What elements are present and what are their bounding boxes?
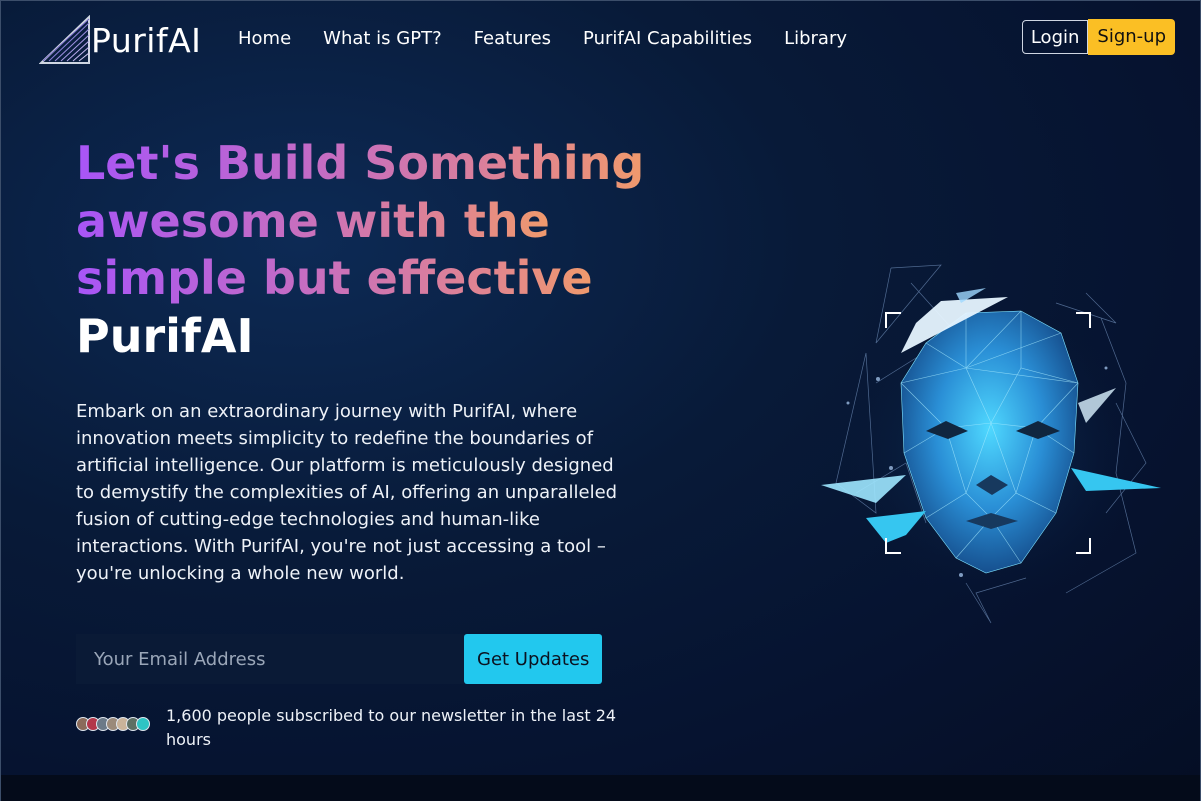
get-updates-button[interactable]: Get Updates (464, 634, 603, 684)
nav-link-home[interactable]: Home (238, 28, 291, 49)
brand-logo[interactable]: PurifAI (39, 15, 201, 67)
auth-buttons: Login Sign-up (1021, 19, 1175, 55)
hero-title: Let's Build Something awesome with the sim… (76, 135, 676, 365)
brand-name: PurifAI (91, 20, 202, 60)
nav-link-features[interactable]: Features (474, 28, 551, 49)
hero-title-brand: PurifAI (76, 308, 254, 363)
top-navbar: PurifAI Home What is GPT? Features Purif… (1, 1, 1200, 79)
hero-title-line-2: awesome with the (76, 193, 550, 248)
social-proof-text: 1,600 people subscribed to our newslette… (166, 706, 617, 749)
nav-links: Home What is GPT? Features PurifAI Capab… (238, 28, 879, 49)
section-divider (1, 775, 1200, 801)
triangle-logo-icon (39, 15, 99, 67)
hero-description: Embark on an extraordinary journey with … (76, 401, 618, 584)
hero-title-line-3: simple but effective (76, 251, 593, 305)
social-proof: 1,600 people subscribed to our newslette… (76, 704, 636, 752)
nav-link-capabilities[interactable]: PurifAI Capabilities (583, 28, 752, 49)
hero-title-line-1: Let's Build Something (76, 136, 645, 190)
nav-link-what-is-gpt[interactable]: What is GPT? (323, 28, 441, 49)
subscriber-avatars (76, 717, 150, 731)
email-input[interactable] (76, 634, 464, 684)
nav-link-library[interactable]: Library (784, 28, 847, 49)
subscribe-form: Get Updates (76, 634, 603, 684)
signup-button[interactable]: Sign-up (1088, 19, 1175, 55)
avatar (136, 717, 150, 731)
login-button[interactable]: Login (1021, 20, 1089, 54)
polygonal-ai-face-illustration (816, 263, 1166, 628)
